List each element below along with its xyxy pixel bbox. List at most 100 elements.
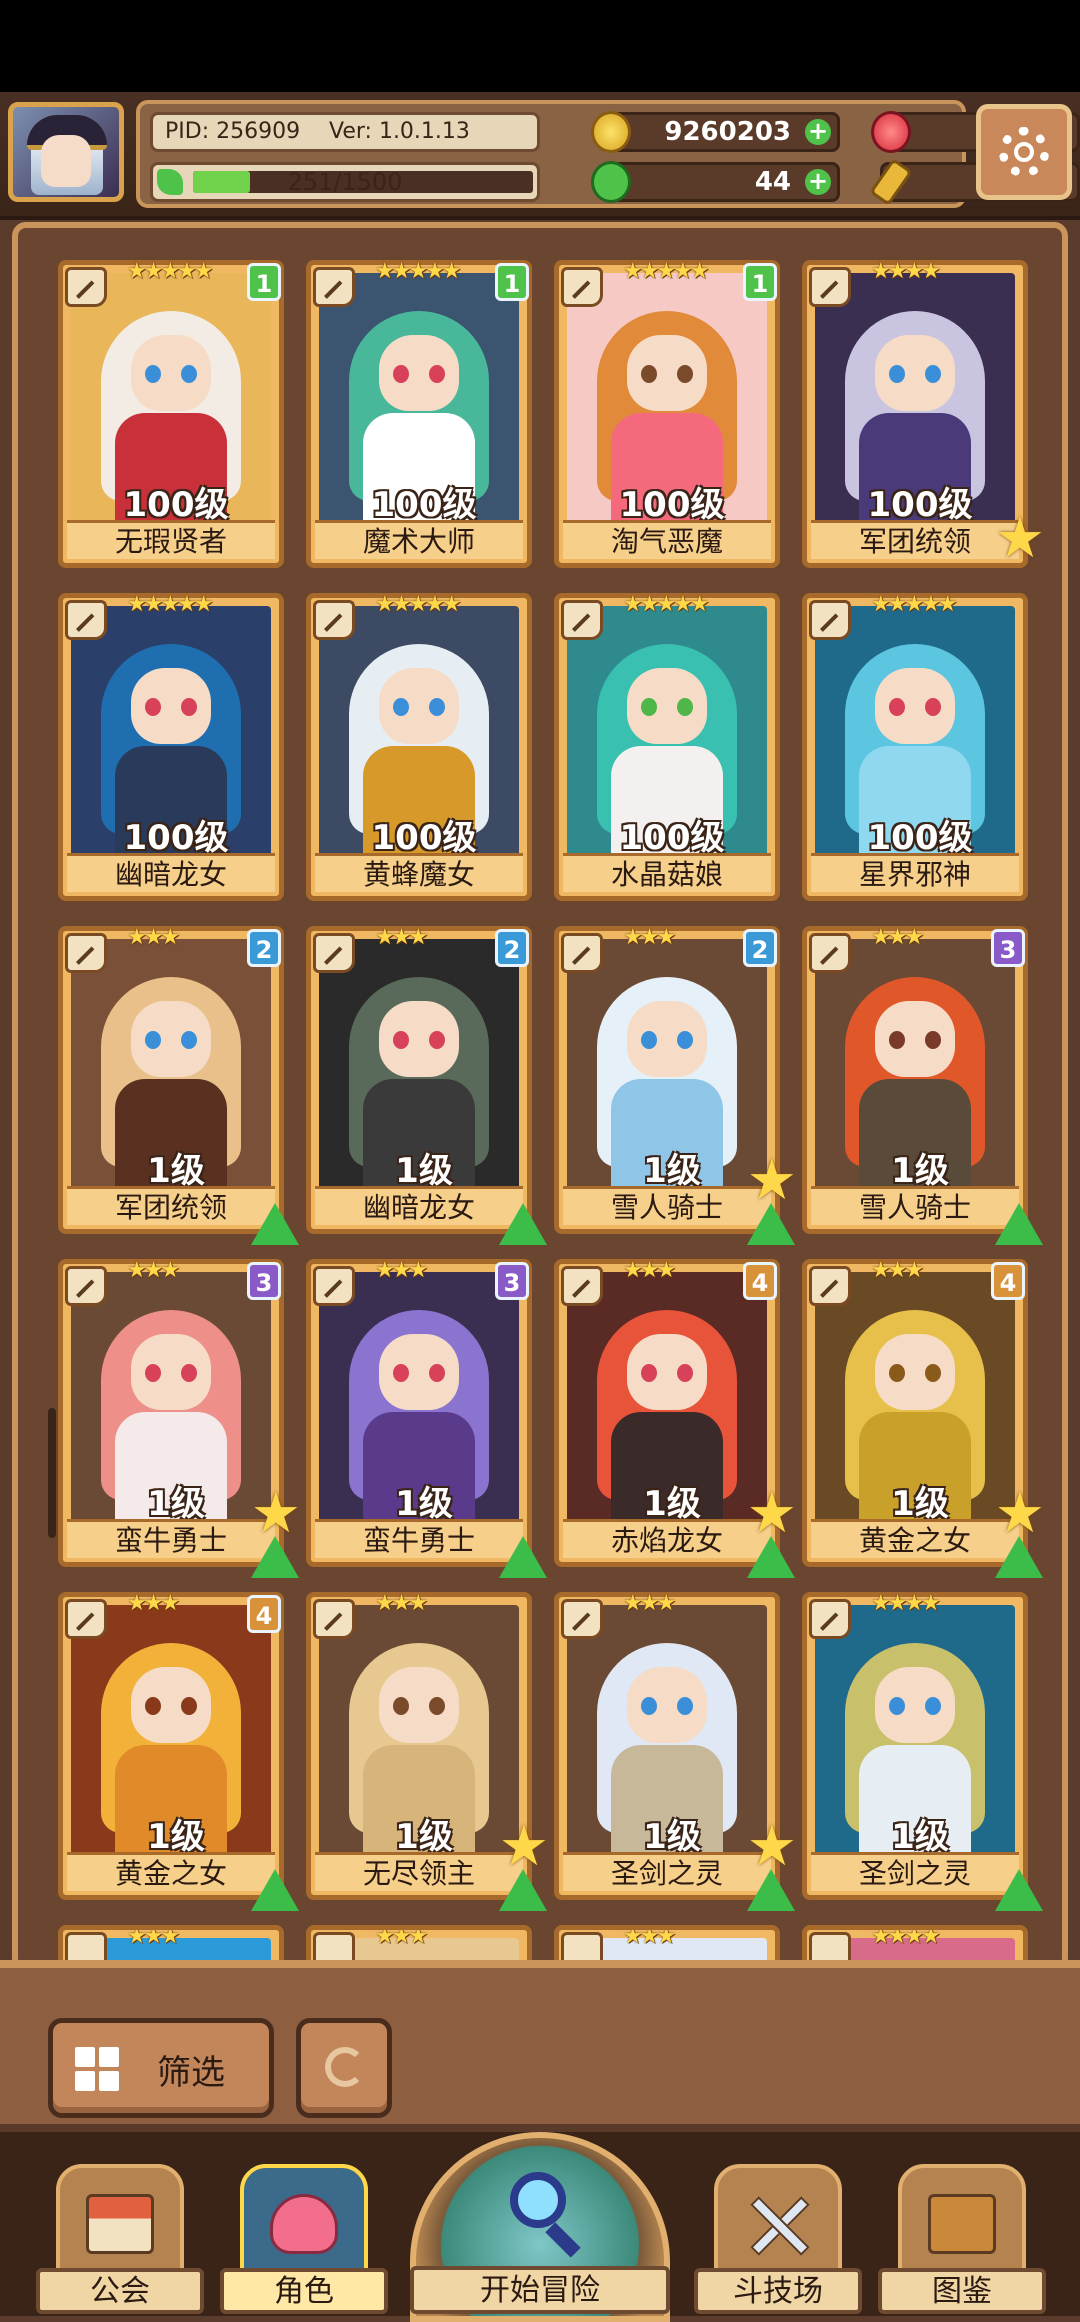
star-badge-icon: ★ [994,506,1045,571]
sword-icon [572,1612,591,1631]
settings-button[interactable] [976,104,1072,200]
portrait-eye [925,1364,941,1382]
card-name: 蛮牛勇士 [67,1519,275,1558]
nav-guild[interactable]: 公会 [36,2164,204,2316]
rank-badge: 2 [743,929,777,967]
character-card[interactable]: ★★★★★ 100级 水晶菇娘 [554,592,780,901]
portrait-face [875,1667,955,1743]
character-card[interactable]: ★★★ 1级 圣剑之灵 ★ [554,1591,797,1911]
character-card[interactable]: ★★★★★ 1 100级 无瑕贤者 [58,259,284,568]
sword-icon [76,1612,95,1631]
character-card[interactable]: ★★★ 2 1级 雪人骑士 ★ [554,925,797,1245]
character-card[interactable]: ★★★★★ 100级 星界邪神 [802,592,1028,901]
nav-arena-frame [714,2164,842,2284]
card-level: 1级 [395,1151,453,1191]
nav-codex[interactable]: 图鉴 [878,2164,1046,2316]
card-name: 淘气恶魔 [563,520,771,559]
character-card[interactable]: ★★★★★ 100级 黄蜂魔女 [306,592,532,901]
character-card[interactable]: ★★★ 1级 无尽领主 ★ [306,1591,549,1911]
portrait-face [875,668,955,744]
reset-button[interactable] [296,2018,392,2118]
character-card[interactable]: ★★★★★ 1 100级 魔术大师 [306,259,532,568]
card-name: 黄蜂魔女 [315,853,523,892]
star-badge-icon: ★ [746,1814,797,1879]
sword-icon [820,1612,839,1631]
character-card[interactable]: ★★★ 2 1级 军团统领 [58,925,299,1245]
gold-coin-icon [591,111,631,153]
card-name: 幽暗龙女 [315,1186,523,1225]
sword-icon [324,613,343,632]
card-name: 黄金之女 [67,1852,275,1891]
game-version: Ver: 1.0.1.13 [329,119,470,144]
star-rating: ★★★ [127,925,180,950]
card-name: 雪人骑士 [811,1186,1019,1225]
class-badge-icon [809,267,851,307]
portrait-eye [641,1031,657,1049]
character-card[interactable]: ★★★ 3 1级 蛮牛勇士 [306,1258,547,1578]
star-rating: ★★★ [623,1591,676,1616]
gold-counter: 9260203 + [591,111,840,153]
sword-icon [76,280,95,299]
card-name: 魔术大师 [315,520,523,559]
sword-icon [572,946,591,965]
portrait-eye [889,365,905,383]
rank-badge: 1 [743,263,777,301]
portrait-face [875,335,955,411]
sword-icon [572,280,591,299]
book-icon [928,2194,996,2254]
portrait-face [627,1334,707,1410]
character-card[interactable]: ★★★★★ 100级 幽暗龙女 [58,592,284,901]
character-card[interactable]: ★★★★★ 1 100级 淘气恶魔 [554,259,780,568]
character-grid[interactable]: ★★★★★ 1 100级 无瑕贤者 ★★★★★ 1 100级 魔术大师 ★★★★★ 1 100级 淘气… [12,222,1068,1972]
magnifier-icon [510,2172,566,2228]
character-card[interactable]: ★★★ 4 1级 黄金之女 ★ [802,1258,1045,1578]
rank-badge: 2 [247,929,281,967]
character-card[interactable]: ★★★ 2 1级 幽暗龙女 [306,925,547,1245]
nav-arena[interactable]: 斗技场 [694,2164,862,2316]
portrait-face [875,1001,955,1077]
class-badge-icon [313,933,355,973]
player-avatar[interactable] [8,102,124,202]
character-card[interactable]: ★★★ 4 1级 黄金之女 [58,1591,299,1911]
star-badge-icon: ★ [994,1481,1045,1546]
class-badge-icon [561,1266,603,1306]
class-badge-icon [313,267,355,307]
character-card[interactable]: ★★★ 4 1级 赤焰龙女 ★ [554,1258,797,1578]
xp-bar: 251/1500 [150,162,540,202]
portrait-face [875,1334,955,1410]
star-rating: ★★★★ [871,259,941,284]
add-gold-button[interactable]: + [805,119,831,145]
rank-badge: 3 [495,1262,529,1300]
filter-label: 筛选 [157,2053,225,2093]
star-rating: ★★★★ [871,1591,941,1616]
start-adventure-button[interactable]: 开始冒险 [392,2132,688,2322]
xp-text: 251/1500 [287,168,403,196]
class-badge-icon [561,1599,603,1639]
portrait-face [131,335,211,411]
sword-icon [324,946,343,965]
character-card[interactable]: ★★★★ 1级 圣剑之灵 [802,1591,1043,1911]
card-name: 无瑕贤者 [67,520,275,559]
crossed-swords-icon [744,2194,812,2254]
sword-icon [820,946,839,965]
clover-counter: 44 + [591,161,840,203]
portrait-eye [925,1697,941,1715]
nav-character[interactable]: 角色 [220,2164,388,2316]
filter-button[interactable]: 筛选 [48,2018,274,2118]
portrait-eye [393,1697,409,1715]
portrait-eye [677,698,693,716]
upgrade-arrow-icon [251,1869,299,1911]
action-bar: 筛选 [0,1960,1080,2132]
portrait-eye [677,365,693,383]
character-card[interactable]: ★★★★ 100级 军团统领 ★ [802,259,1045,568]
card-name: 雪人骑士 [563,1186,771,1225]
portrait-eye [641,1697,657,1715]
add-clover-button[interactable]: + [805,169,831,195]
character-card[interactable]: ★★★ 3 1级 雪人骑士 [802,925,1043,1245]
scrollbar-thumb[interactable] [48,1408,56,1538]
nav-character-frame [240,2164,368,2284]
star-rating: ★★★★★ [127,592,214,617]
character-card[interactable]: ★★★ 3 1级 蛮牛勇士 ★ [58,1258,301,1578]
key-icon [869,157,913,207]
sword-icon [820,1279,839,1298]
